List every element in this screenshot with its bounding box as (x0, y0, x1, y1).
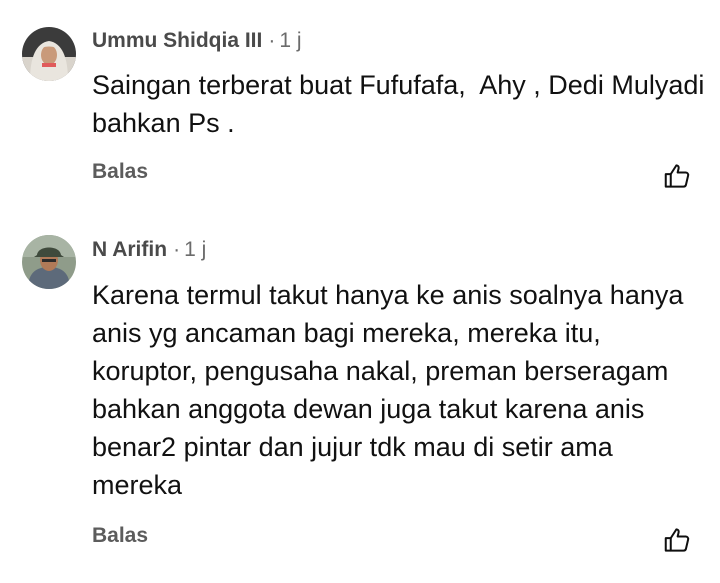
comment-item: N Arifin · 1 j Karena termul takut hanya k… (0, 200, 720, 583)
comment-meta: N Arifin · 1 j (92, 237, 206, 263)
timestamp: 1 j (184, 238, 207, 261)
comment-text: Karena termul takut hanya ke anis soalny… (92, 280, 691, 500)
author-name[interactable]: Ummu Shidqia III (92, 29, 262, 52)
timestamp: 1 j (279, 29, 302, 52)
reply-button[interactable]: Balas (92, 523, 148, 549)
avatar[interactable] (22, 27, 76, 81)
author-name[interactable]: N Arifin (92, 238, 167, 261)
comment-meta: Ummu Shidqia III · 1 j (92, 28, 302, 54)
thumbs-up-icon (664, 528, 690, 552)
meta-separator: · (268, 29, 276, 52)
avatar[interactable] (22, 235, 76, 289)
like-button[interactable] (662, 525, 692, 555)
comment-item: Ummu Shidqia III · 1 j Saingan terberat bu… (0, 0, 720, 200)
avatar-hijab-woman-icon (22, 27, 76, 81)
comment-text: Saingan terberat buat Fufufafa, Ahy , De… (92, 70, 712, 138)
like-button[interactable] (662, 161, 692, 191)
avatar-man-cap-icon (22, 235, 76, 289)
reply-button[interactable]: Balas (92, 159, 148, 185)
meta-separator: · (173, 238, 181, 261)
thumbs-up-icon (664, 164, 690, 188)
